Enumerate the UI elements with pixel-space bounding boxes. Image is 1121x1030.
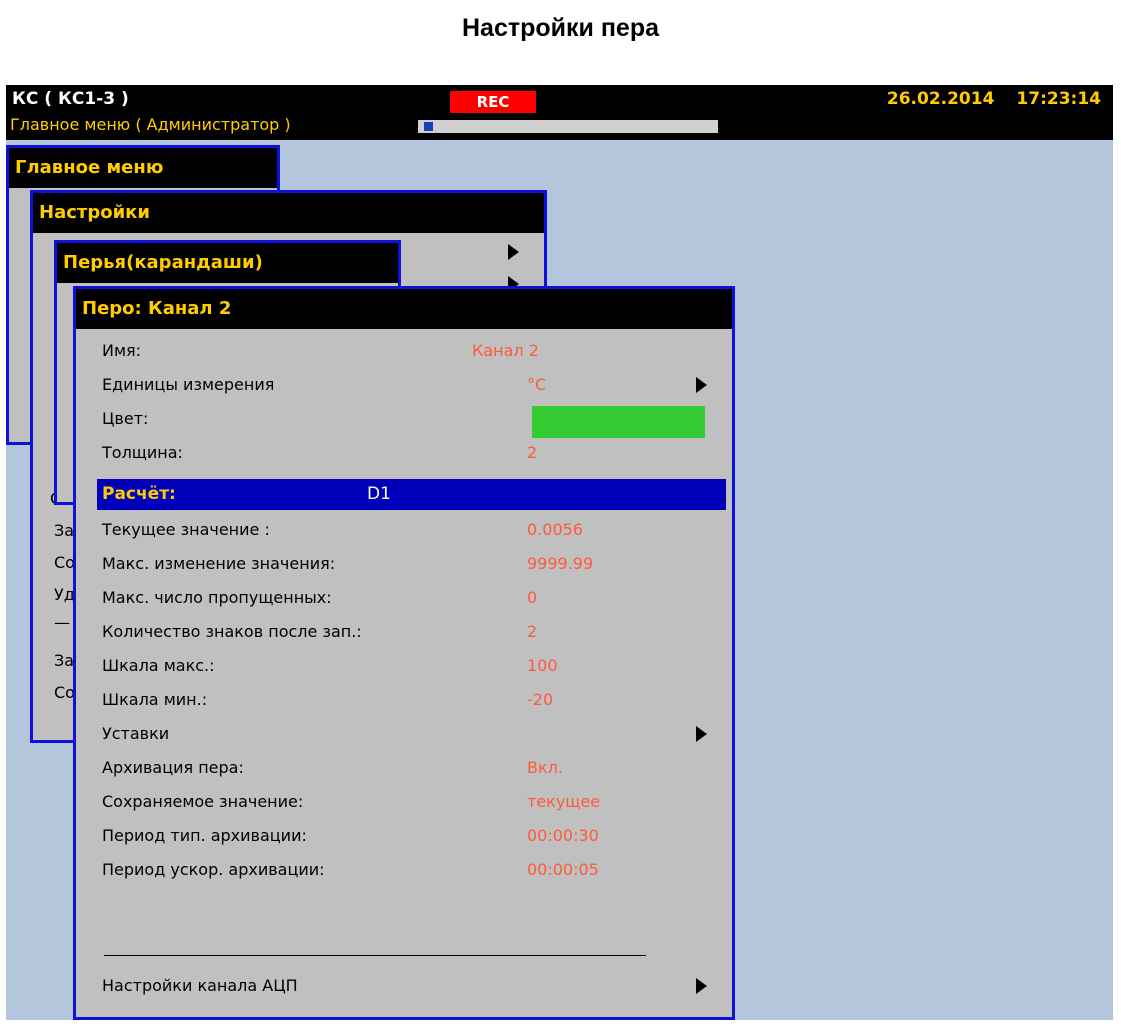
triangle-right-icon [696,377,707,393]
pen-row-scale-min[interactable]: Шкала мин.: -20 [102,684,742,716]
row-value: -20 [527,690,554,709]
triangle-right-icon [508,244,519,260]
row-label: Период тип. архивации: [102,826,307,845]
pen-row-archiving[interactable]: Архивация пера: Вкл. [102,752,742,784]
pen-row-units[interactable]: Единицы измерения °С [102,369,742,401]
main-menu-title: Главное меню [9,148,277,188]
row-value: 9999.99 [527,554,594,573]
pens-title: Перья(карандаши) [57,243,398,283]
row-value: 0 [527,588,538,607]
pen-row-stored-value[interactable]: Сохраняемое значение: текущее [102,786,742,818]
pen-row-decimals[interactable]: Количество знаков после зап.: 2 [102,616,742,648]
row-value: °С [527,375,547,394]
pen-settings-panel: Перо: Канал 2 Имя: Канал 2 Единицы измер… [73,286,735,1020]
row-label: Период ускор. архивации: [102,860,325,879]
settings-item[interactable]: Уд [54,585,75,604]
pen-row-max-change[interactable]: Макс. изменение значения: 9999.99 [102,548,742,580]
status-bar: КС ( КС1-3 ) Главное меню ( Администрато… [6,85,1113,140]
triangle-right-icon [696,978,707,994]
pen-row-current-value[interactable]: Текущее значение : 0.0056 [102,514,742,546]
color-swatch[interactable] [532,406,705,438]
pen-row-scale-max[interactable]: Шкала макс.: 100 [102,650,742,682]
progress-fill [424,122,433,131]
pen-row-max-missed[interactable]: Макс. число пропущенных: 0 [102,582,742,614]
settings-item[interactable]: За [54,651,74,670]
row-value: 0.0056 [527,520,583,539]
rec-badge: REC [450,91,536,113]
row-label: Цвет: [102,409,149,428]
pen-row-calc-selected[interactable]: Расчёт: D1 [97,479,726,510]
pen-row-name[interactable]: Имя: Канал 2 [102,335,742,367]
row-label: Архивация пера: [102,758,244,777]
pen-row-adc-settings[interactable]: Настройки канала АЦП [102,970,742,1002]
progress-bar [418,120,718,133]
row-label: Текущее значение : [102,520,270,539]
row-value: Вкл. [527,758,563,777]
date: 26.02.2014 [886,89,995,109]
device-screen: КС ( КС1-3 ) Главное меню ( Администрато… [6,85,1113,1020]
page-title: Настройки пера [461,14,660,42]
row-label: Толщина: [102,443,183,462]
row-label: Единицы измерения [102,375,275,394]
pen-row-thickness[interactable]: Толщина: 2 [102,437,742,469]
row-label: Шкала макс.: [102,656,215,675]
row-label: Макс. число пропущенных: [102,588,332,607]
triangle-right-icon [696,726,707,742]
menu-path: Главное меню ( Администратор ) [10,115,291,134]
row-label: Сохраняемое значение: [102,792,304,811]
row-label: Шкала мин.: [102,690,208,709]
pen-row-color[interactable]: Цвет: [102,403,742,438]
pen-row-archive-period[interactable]: Период тип. архивации: 00:00:30 [102,820,742,852]
row-label: Настройки канала АЦП [102,976,298,995]
settings-title: Настройки [33,193,544,233]
settings-item[interactable]: За [54,521,74,540]
datetime: 26.02.2014 17:23:14 [887,89,1101,109]
pen-row-fast-archive-period[interactable]: Период ускор. архивации: 00:00:05 [102,854,742,886]
row-label: Макс. изменение значения: [102,554,336,573]
device-name: КС ( КС1-3 ) [12,89,129,109]
row-value: 2 [527,622,538,641]
row-value: D1 [367,484,391,504]
row-label: Уставки [102,724,170,743]
time: 17:23:14 [1016,89,1101,109]
row-value: текущее [527,792,601,811]
divider [104,955,646,956]
pen-row-setpoints[interactable]: Уставки [102,718,742,750]
row-label: Расчёт: [102,484,176,504]
row-value: 00:00:30 [527,826,599,845]
settings-divider: — [54,613,70,632]
pen-settings-title: Перо: Канал 2 [76,289,732,329]
row-label: Количество знаков после зап.: [102,622,362,641]
row-value: Канал 2 [472,341,539,360]
row-value: 100 [527,656,558,675]
row-value: 00:00:05 [527,860,599,879]
settings-item[interactable]: Со [54,553,75,572]
row-label: Имя: [102,341,142,360]
settings-item[interactable]: Со [54,683,75,702]
row-value: 2 [527,443,538,462]
